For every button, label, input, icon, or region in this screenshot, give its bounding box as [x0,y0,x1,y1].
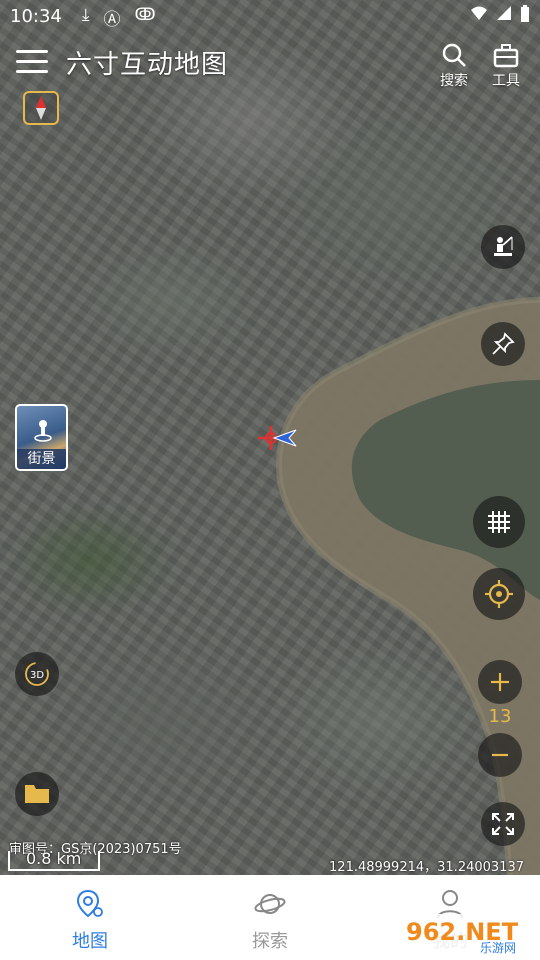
signal-icon [497,6,511,20]
scale-bar: 0.8 km [8,849,100,871]
fisherman-icon [494,236,513,256]
search-label: 搜索 [440,73,468,89]
expand-icon [492,813,514,835]
nav-map-label: 地图 [72,931,108,952]
planet-icon [254,894,286,914]
folder-button[interactable] [15,772,59,816]
minus-icon [492,753,508,757]
fullscreen-button[interactable] [481,802,525,846]
plus-icon [491,673,509,691]
tools-button[interactable]: 工具 [486,40,526,90]
zoom-level: 13 [488,706,512,727]
zoom-out-button[interactable] [478,733,522,777]
site-watermark: 962.NET 乐游网 [400,914,535,954]
zoom-in-button[interactable] [478,660,522,704]
map-pin-icon [76,889,103,918]
app-title: 六寸互动地图 [66,50,229,80]
3d-label: 3D [30,670,44,681]
bug-icon: ↂ [134,5,156,25]
folder-icon [25,785,49,803]
3d-button[interactable]: 3D [15,652,59,696]
3d-rotate-icon: 3D [25,662,49,686]
compass-button[interactable] [23,91,59,125]
font-icon: Ⓐ [103,10,121,30]
menu-icon [16,50,48,53]
nav-explore[interactable]: 探索 [230,889,310,953]
status-bar: 10:34 ⤓ Ⓐ ↂ [0,0,540,36]
top-bar: 六寸互动地图 搜索 工具 [0,36,540,90]
fishing-mode-button[interactable] [481,225,525,269]
satellite-map[interactable] [0,0,540,875]
search-button[interactable]: 搜索 [434,40,474,90]
grid-icon [488,511,510,533]
locate-button[interactable] [473,568,525,620]
search-icon [442,43,466,67]
street-view-pin-icon [34,420,52,442]
scale-label: 0.8 km [26,849,82,868]
toolbox-icon [493,44,519,68]
nav-map[interactable]: 地图 [50,889,130,953]
battery-icon [521,5,529,22]
wifi-icon [471,6,487,20]
street-view-button[interactable]: 街景 [15,404,68,471]
download-icon: ⤓ [82,5,90,25]
pin-button[interactable] [481,322,525,366]
pin-icon [492,332,515,355]
tools-label: 工具 [492,73,520,89]
coordinates-readout: 121.48999214，31.24003137 [329,860,524,875]
compass-icon [36,96,46,120]
menu-button[interactable] [16,50,48,74]
street-view-label: 街景 [17,449,66,469]
nav-explore-label: 探索 [252,931,288,952]
crosshair-icon [485,580,513,608]
location-marker-icon [258,426,297,450]
watermark-sub: 乐游网 [480,941,516,954]
grid-button[interactable] [473,496,525,548]
status-time: 10:34 [10,6,62,27]
